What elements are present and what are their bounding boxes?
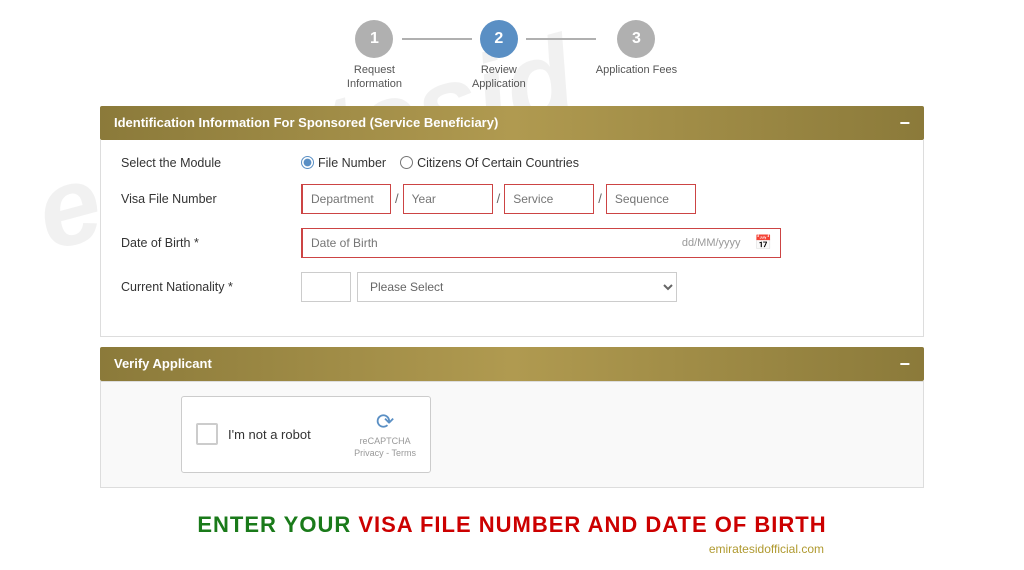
file-number-group: / / / <box>301 184 696 214</box>
visa-file-number-row: Visa File Number / / / <box>121 184 903 214</box>
identification-form: Select the Module File Number Citizens O… <box>100 140 924 337</box>
bottom-text-red: VISA FILE NUMBER AND DATE OF BIRTH <box>358 512 826 537</box>
step-1-label: RequestInformation <box>347 63 402 92</box>
captcha-wrapper: I'm not a robot ⟳ reCAPTCHA Privacy - Te… <box>100 381 924 488</box>
date-of-birth-row: Date of Birth * dd/MM/yyyy 📅 <box>121 228 903 258</box>
captcha-box: I'm not a robot ⟳ reCAPTCHA Privacy - Te… <box>181 396 431 473</box>
captcha-checkbox[interactable] <box>196 423 218 445</box>
visa-file-number-controls: / / / <box>301 184 903 214</box>
radio-citizens-label: Citizens Of Certain Countries <box>417 156 579 170</box>
radio-file-number[interactable]: File Number <box>301 156 386 170</box>
verify-collapse-icon[interactable]: − <box>899 355 910 373</box>
radio-file-number-label: File Number <box>318 156 386 170</box>
sequence-input[interactable] <box>606 184 696 214</box>
dob-input[interactable] <box>303 231 676 255</box>
radio-citizens-input[interactable] <box>400 156 413 169</box>
department-input[interactable] <box>301 184 391 214</box>
nationality-wrapper: Please Select <box>301 272 677 302</box>
identification-section: Identification Information For Sponsored… <box>100 106 924 337</box>
date-of-birth-label: Date of Birth * <box>121 236 301 250</box>
current-nationality-label: Current Nationality * <box>121 280 301 294</box>
captcha-text: I'm not a robot <box>228 427 311 442</box>
module-controls: File Number Citizens Of Certain Countrie… <box>301 156 903 170</box>
year-input[interactable] <box>403 184 493 214</box>
verify-section: Verify Applicant − I'm not a robot ⟳ reC… <box>100 347 924 488</box>
recaptcha-label: reCAPTCHA Privacy - Terms <box>354 435 416 460</box>
current-nationality-row: Current Nationality * Please Select <box>121 272 903 302</box>
nationality-select[interactable]: Please Select <box>357 272 677 302</box>
date-of-birth-controls: dd/MM/yyyy 📅 <box>301 228 903 258</box>
brand-website: emiratesidofficial.com <box>100 542 924 560</box>
step-connector-2 <box>526 38 596 40</box>
identification-header: Identification Information For Sponsored… <box>100 106 924 140</box>
step-2-circle: 2 <box>480 20 518 58</box>
calendar-icon[interactable]: 📅 <box>747 234 780 251</box>
step-3-label: Application Fees <box>596 63 677 77</box>
captcha-left: I'm not a robot <box>196 423 311 445</box>
step-connector-1 <box>402 38 472 40</box>
step-2-label: ReviewApplication <box>472 63 526 92</box>
nationality-controls: Please Select <box>301 272 903 302</box>
select-module-label: Select the Module <box>121 156 301 170</box>
recaptcha-icon: ⟳ <box>376 409 394 435</box>
bottom-text-green-1: ENTER YOUR <box>197 512 358 537</box>
verify-header: Verify Applicant − <box>100 347 924 381</box>
step-1: 1 RequestInformation <box>347 20 402 92</box>
recaptcha-links: Privacy - Terms <box>354 448 416 458</box>
steps-container: 1 RequestInformation 2 ReviewApplication… <box>100 10 924 92</box>
select-module-row: Select the Module File Number Citizens O… <box>121 156 903 170</box>
captcha-right: ⟳ reCAPTCHA Privacy - Terms <box>354 409 416 460</box>
step-1-circle: 1 <box>355 20 393 58</box>
visa-file-number-label: Visa File Number <box>121 192 301 206</box>
separator-3: / <box>594 191 606 206</box>
service-input[interactable] <box>504 184 594 214</box>
module-radio-group: File Number Citizens Of Certain Countrie… <box>301 156 579 170</box>
radio-file-number-input[interactable] <box>301 156 314 169</box>
recaptcha-brand: reCAPTCHA <box>360 436 411 446</box>
identification-title: Identification Information For Sponsored… <box>114 115 498 130</box>
dob-wrapper: dd/MM/yyyy 📅 <box>301 228 781 258</box>
nationality-code-input[interactable] <box>301 272 351 302</box>
step-2: 2 ReviewApplication <box>472 20 526 92</box>
step-3: 3 Application Fees <box>596 20 677 77</box>
separator-2: / <box>493 191 505 206</box>
dob-format: dd/MM/yyyy <box>676 237 747 249</box>
bottom-banner: ENTER YOUR VISA FILE NUMBER AND DATE OF … <box>100 498 924 542</box>
separator-1: / <box>391 191 403 206</box>
verify-title: Verify Applicant <box>114 356 212 371</box>
step-3-circle: 3 <box>617 20 655 58</box>
radio-citizens[interactable]: Citizens Of Certain Countries <box>400 156 579 170</box>
identification-collapse-icon[interactable]: − <box>899 114 910 132</box>
